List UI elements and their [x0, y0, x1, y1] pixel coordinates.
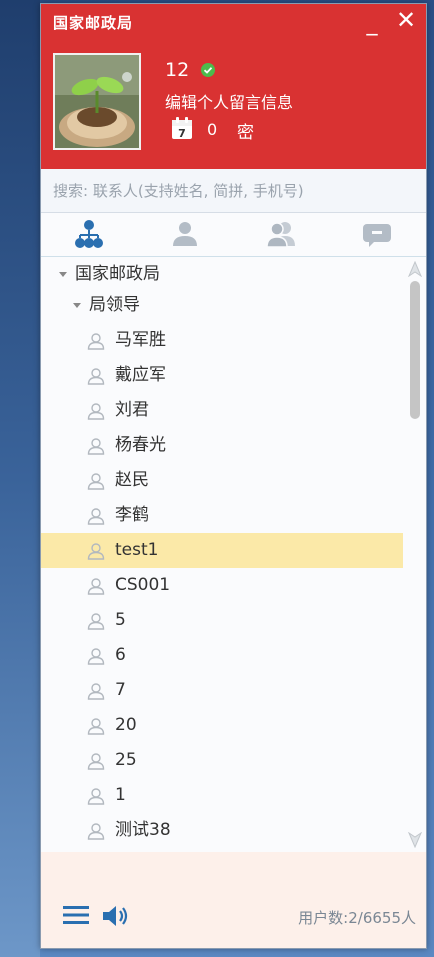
- person-icon: [87, 613, 105, 630]
- search-bar: [41, 169, 426, 213]
- person-icon: [87, 648, 105, 665]
- tree-root-label: 国家邮政局: [75, 264, 160, 284]
- list-item[interactable]: 李鹤: [41, 498, 403, 533]
- tab-contacts[interactable]: [137, 213, 233, 256]
- scrollbar[interactable]: [405, 257, 425, 852]
- tab-org[interactable]: [41, 213, 137, 256]
- member-name: 李鹤: [115, 505, 149, 525]
- member-name: 赵民: [115, 470, 149, 490]
- member-name: 戴应军: [115, 365, 166, 385]
- list-item[interactable]: 20: [41, 708, 403, 743]
- signature-text[interactable]: 编辑个人留言信息: [165, 89, 293, 113]
- list-item[interactable]: 刘君: [41, 393, 403, 428]
- org-tree-icon: [75, 220, 103, 248]
- scroll-up-icon[interactable]: [408, 261, 422, 277]
- message-icon: [363, 224, 391, 247]
- desktop-background: [0, 0, 40, 957]
- online-status-icon[interactable]: [201, 63, 215, 77]
- person-icon: [87, 333, 105, 350]
- calendar-icon[interactable]: 7: [171, 116, 193, 140]
- list-item[interactable]: CS001: [41, 568, 403, 603]
- contact-tree: 国家邮政局 局领导 马军胜戴应军刘君杨春光赵民李鹤 test1 CS001 5 6 7 20…: [41, 257, 426, 852]
- member-name: 7: [115, 680, 126, 700]
- minimize-button[interactable]: _: [359, 10, 385, 38]
- tab-bar: [41, 213, 426, 257]
- user-id: 12: [165, 59, 190, 81]
- window-header: 国家邮政局 _ ✕ 12 编辑个人留言信息 7 0 密: [41, 4, 426, 169]
- calendar-day: 7: [178, 127, 186, 140]
- person-icon: [87, 788, 105, 805]
- member-name: 1: [115, 785, 126, 805]
- member-name: 测试38: [115, 820, 171, 840]
- member-name: 5: [115, 610, 126, 630]
- list-item[interactable]: 7: [41, 673, 403, 708]
- list-item[interactable]: 杨春光: [41, 428, 403, 463]
- list-item[interactable]: 1: [41, 778, 403, 813]
- user-count: 用户数:2/6655人: [298, 909, 416, 927]
- person-icon: [87, 753, 105, 770]
- menu-icon[interactable]: [63, 905, 89, 925]
- person-icon: [87, 508, 105, 525]
- member-name: 25: [115, 750, 137, 770]
- app-title: 国家邮政局: [53, 14, 134, 32]
- search-input[interactable]: [41, 169, 426, 212]
- expand-arrow-icon: [73, 302, 81, 308]
- person-icon: [87, 438, 105, 455]
- avatar[interactable]: [53, 53, 141, 150]
- tab-messages[interactable]: [329, 213, 425, 256]
- list-item[interactable]: 赵民: [41, 463, 403, 498]
- sound-icon[interactable]: [101, 904, 131, 928]
- scroll-thumb[interactable]: [410, 281, 420, 419]
- person-icon: [87, 683, 105, 700]
- member-name: 6: [115, 645, 126, 665]
- list-item[interactable]: 5: [41, 603, 403, 638]
- avatar-image: [55, 55, 139, 148]
- member-name: 20: [115, 715, 137, 735]
- list-item[interactable]: test1: [41, 533, 403, 568]
- list-item[interactable]: 测试38: [41, 813, 403, 848]
- person-icon: [173, 222, 197, 246]
- person-icon: [87, 578, 105, 595]
- person-icon: [87, 403, 105, 420]
- member-name: test1: [115, 540, 159, 560]
- tree-group-label: 局领导: [89, 295, 140, 315]
- scroll-down-icon[interactable]: [408, 832, 422, 848]
- im-window: 国家邮政局 _ ✕ 12 编辑个人留言信息 7 0 密 搜索: 联系人(支持姓名…: [40, 3, 427, 949]
- person-icon: [87, 823, 105, 840]
- person-icon: [87, 543, 105, 560]
- person-icon: [87, 718, 105, 735]
- lock-label[interactable]: 密: [237, 118, 254, 143]
- member-name: 刘君: [115, 400, 149, 420]
- expand-arrow-icon: [59, 271, 67, 277]
- list-item[interactable]: 6: [41, 638, 403, 673]
- tab-groups[interactable]: [233, 213, 329, 256]
- group-icon: [266, 222, 295, 248]
- list-item[interactable]: 马军胜: [41, 323, 403, 358]
- tree-root-node[interactable]: 国家邮政局: [59, 257, 399, 292]
- window-footer: 用户数:2/6655人: [41, 852, 426, 948]
- member-name: 杨春光: [115, 435, 166, 455]
- close-button[interactable]: ✕: [393, 6, 419, 34]
- person-icon: [87, 473, 105, 490]
- list-item[interactable]: 戴应军: [41, 358, 403, 393]
- calendar-count: 0: [207, 120, 218, 139]
- tree-group-node[interactable]: 局领导: [73, 288, 393, 323]
- person-icon: [87, 368, 105, 385]
- member-name: 马军胜: [115, 330, 166, 350]
- member-name: CS001: [115, 575, 171, 595]
- list-item[interactable]: 25: [41, 743, 403, 778]
